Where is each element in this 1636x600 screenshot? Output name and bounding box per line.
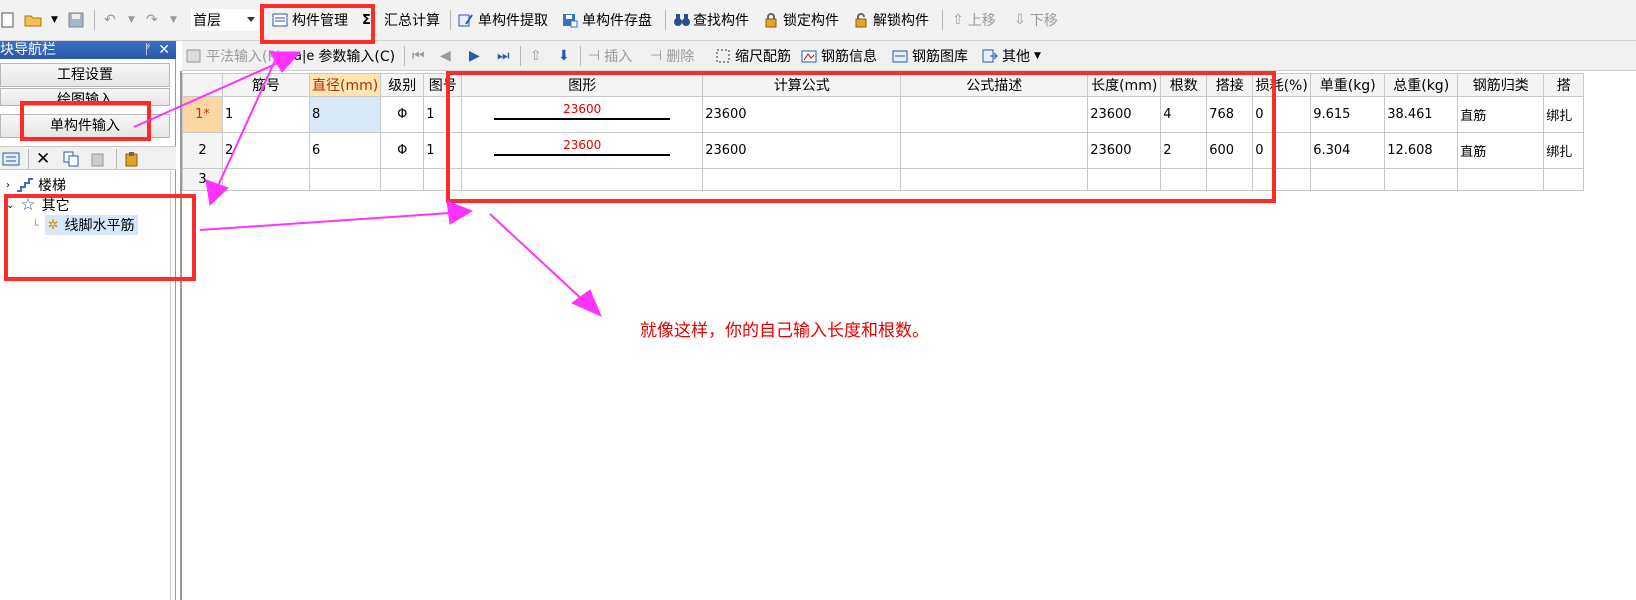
arrow-head-to-tree <box>205 179 229 207</box>
arrow-line-to-note <box>489 213 587 304</box>
annotation-arrows <box>133 51 602 317</box>
instruction-note: 就像这样，你的自己输入长度和根数。 <box>640 321 929 341</box>
arrow-line-to-grid <box>199 212 451 231</box>
arrow-head-to-grid <box>446 200 474 225</box>
arrow-line-to-tree <box>217 53 279 187</box>
arrow-line-to-component-manage <box>133 61 281 128</box>
